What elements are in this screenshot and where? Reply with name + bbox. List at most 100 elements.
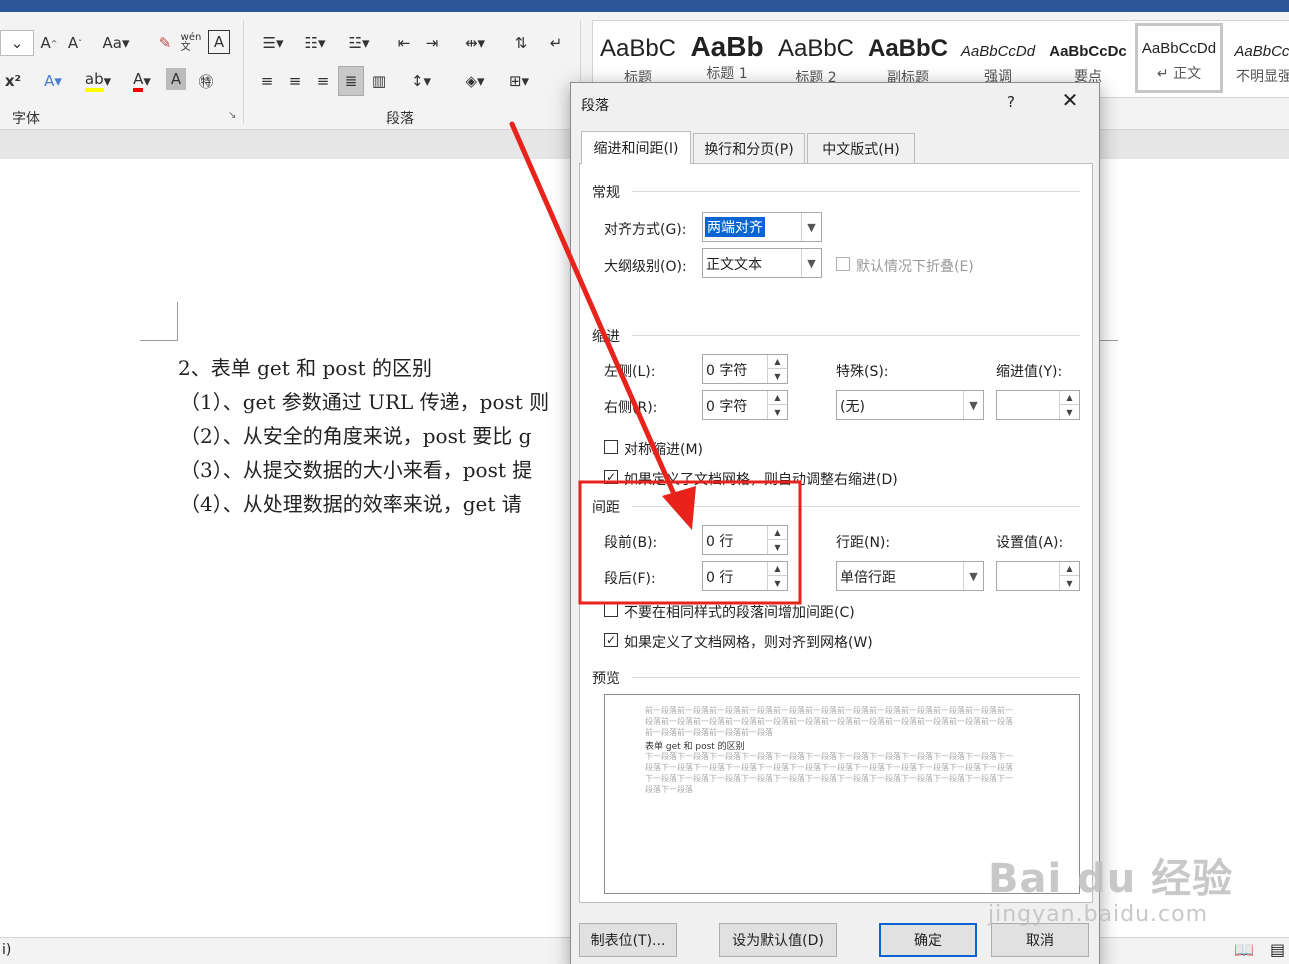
increase-indent-icon[interactable]: ⇥	[420, 30, 444, 56]
align-left-icon[interactable]: ≡	[256, 68, 278, 94]
bullets-button[interactable]: ☰▾	[254, 30, 292, 56]
show-marks-icon[interactable]: ↵	[544, 30, 568, 56]
decrease-indent-icon[interactable]: ⇤	[392, 30, 416, 56]
dialog-title: 段落	[581, 98, 609, 114]
tabs-button[interactable]: 制表位(T)...	[579, 923, 677, 957]
spacing-before-label: 段前(B):	[604, 535, 658, 551]
change-case-button[interactable]: Aa▾	[98, 30, 134, 56]
outline-level-label: 大纲级别(O):	[604, 259, 687, 275]
preview-previous-paragraph: 前一段落前一段落前一段落前一段落前一段落前一段落前一段落前一段落前一段落前一段落…	[645, 706, 1013, 737]
shading-button[interactable]: ◈▾	[456, 68, 494, 94]
font-size-dropdown[interactable]: ⌄	[0, 30, 34, 56]
spin-down-icon[interactable]: ▼	[768, 369, 787, 383]
spacing-after-spinner[interactable]: 0 行 ▲ ▼	[702, 561, 788, 591]
auto-adjust-indent-label: 如果定义了文档网格，则自动调整右缩进(D)	[624, 472, 898, 488]
line-spacing-button[interactable]: ↕▾	[402, 68, 440, 94]
paragraph-dialog: 段落 ? ✕ 缩进和间距(I) 换行和分页(P) 中文版式(H) 常规 对齐方式…	[570, 82, 1100, 964]
numbering-button[interactable]: ☷▾	[296, 30, 334, 56]
set-default-button[interactable]: 设为默认值(D)	[719, 923, 837, 957]
outline-level-select[interactable]: 正文文本 ▼	[702, 248, 822, 278]
multilevel-list-button[interactable]: ☳▾	[340, 30, 378, 56]
book-icon[interactable]: 📖	[1234, 940, 1254, 959]
print-layout-icon[interactable]: ▤	[1270, 940, 1285, 959]
line-spacing-select[interactable]: 单倍行距 ▼	[836, 561, 984, 591]
no-space-same-style-checkbox[interactable]	[604, 603, 618, 617]
font-group-label: 字体	[12, 111, 40, 127]
alignment-select[interactable]: 两端对齐 ▼	[702, 212, 822, 242]
alignment-value: 两端对齐	[705, 217, 765, 237]
font-color-icon: A	[133, 70, 144, 92]
spin-down-icon[interactable]: ▼	[768, 540, 787, 554]
indent-section-title: 缩进	[592, 329, 620, 345]
shrink-font-button[interactable]: Aˇ	[64, 30, 86, 56]
chevron-down-icon: ▼	[801, 249, 821, 277]
spin-up-icon[interactable]: ▲	[1060, 391, 1079, 405]
tab-asian-typography[interactable]: 中文版式(H)	[807, 133, 915, 163]
indent-by-spinner[interactable]: ▲ ▼	[996, 390, 1080, 420]
special-indent-select[interactable]: (无) ▼	[836, 390, 984, 420]
spin-up-icon[interactable]: ▲	[768, 355, 787, 369]
status-text: i)	[2, 942, 12, 958]
indent-right-spinner[interactable]: 0 字符 ▲ ▼	[702, 390, 788, 420]
spacing-after-label: 段后(F):	[604, 571, 656, 587]
preview-section-title: 预览	[592, 671, 620, 687]
spacing-section-title: 间距	[592, 500, 620, 516]
spin-up-icon[interactable]: ▲	[768, 526, 787, 540]
spin-down-icon[interactable]: ▼	[1060, 576, 1079, 590]
spin-down-icon[interactable]: ▼	[768, 405, 787, 419]
spacing-at-spinner[interactable]: ▲ ▼	[996, 561, 1080, 591]
collapse-default-checkbox[interactable]	[836, 257, 850, 271]
align-right-icon[interactable]: ≡	[312, 68, 334, 94]
spacing-before-spinner[interactable]: 0 行 ▲ ▼	[702, 525, 788, 555]
indent-right-label: 右侧(R):	[604, 400, 658, 416]
doc-line[interactable]: （3）、从提交数据的大小来看，post 提	[180, 454, 532, 483]
borders-button[interactable]: ⊞▾	[500, 68, 538, 94]
font-dialog-launcher-icon[interactable]: ↘	[228, 110, 236, 121]
style-normal[interactable]: AaBbCcDd ↵ 正文	[1135, 23, 1223, 93]
alignment-label: 对齐方式(G):	[604, 222, 687, 238]
preview-next-paragraph: 下一段落下一段落下一段落下一段落下一段落下一段落下一段落下一段落下一段落下一段落…	[645, 752, 1013, 794]
superscript-icon[interactable]: x²	[2, 68, 24, 94]
ok-button[interactable]: 确定	[879, 923, 977, 957]
doc-line[interactable]: （2）、从安全的角度来说，post 要比 g	[180, 420, 531, 449]
help-icon[interactable]: ?	[1007, 93, 1015, 111]
snap-to-grid-checkbox[interactable]: ✓	[604, 633, 618, 647]
group-divider	[243, 20, 244, 124]
style-subtle-emphasis[interactable]: AaBbCcI 不明显强	[1229, 21, 1289, 97]
chinese-layout-button[interactable]: ⇹▾	[456, 30, 494, 56]
sort-icon[interactable]: ⇅	[508, 30, 534, 56]
doc-heading[interactable]: 2、表单 get 和 post 的区别	[178, 352, 432, 381]
font-color-button[interactable]: A ▾	[122, 68, 162, 94]
spin-down-icon[interactable]: ▼	[1060, 405, 1079, 419]
tab-indents-spacing[interactable]: 缩进和间距(I)	[581, 131, 691, 164]
phonetic-guide-icon[interactable]: wén 文	[180, 28, 202, 58]
doc-line[interactable]: （1）、get 参数通过 URL 传递，post 则	[180, 386, 549, 415]
chevron-down-icon: ▼	[963, 562, 983, 590]
distributed-icon[interactable]: ▥	[368, 68, 390, 94]
chevron-down-icon: ⌄	[10, 34, 24, 52]
cancel-button[interactable]: 取消	[991, 923, 1089, 957]
highlight-color-button[interactable]: ab ▾	[78, 68, 118, 94]
character-shading-icon[interactable]: A	[166, 68, 186, 90]
auto-adjust-indent-checkbox[interactable]: ✓	[604, 470, 618, 484]
doc-line[interactable]: （4）、从处理数据的效率来说，get 请	[180, 488, 522, 517]
text-effects-button[interactable]: A▾	[36, 68, 70, 94]
enclose-characters-icon[interactable]: ㊕	[194, 68, 218, 94]
baidu-watermark: Bai du 经验 jingyan.baidu.com	[988, 846, 1233, 927]
spin-up-icon[interactable]: ▲	[768, 562, 787, 576]
indent-left-spinner[interactable]: 0 字符 ▲ ▼	[702, 354, 788, 384]
grow-font-button[interactable]: A ^	[38, 30, 60, 56]
spin-down-icon[interactable]: ▼	[768, 576, 787, 590]
divider	[632, 335, 1080, 336]
mirror-indent-checkbox[interactable]	[604, 440, 618, 454]
character-border-icon[interactable]: A	[208, 30, 230, 54]
clear-formatting-icon[interactable]: ✎	[152, 30, 178, 56]
crop-mark	[177, 302, 178, 341]
spin-up-icon[interactable]: ▲	[1060, 562, 1079, 576]
close-icon[interactable]: ✕	[1059, 88, 1081, 112]
justify-icon[interactable]: ≣	[338, 66, 364, 96]
special-indent-label: 特殊(S):	[836, 364, 889, 380]
align-center-icon[interactable]: ≡	[284, 68, 306, 94]
spin-up-icon[interactable]: ▲	[768, 391, 787, 405]
tab-line-page-breaks[interactable]: 换行和分页(P)	[693, 133, 805, 163]
